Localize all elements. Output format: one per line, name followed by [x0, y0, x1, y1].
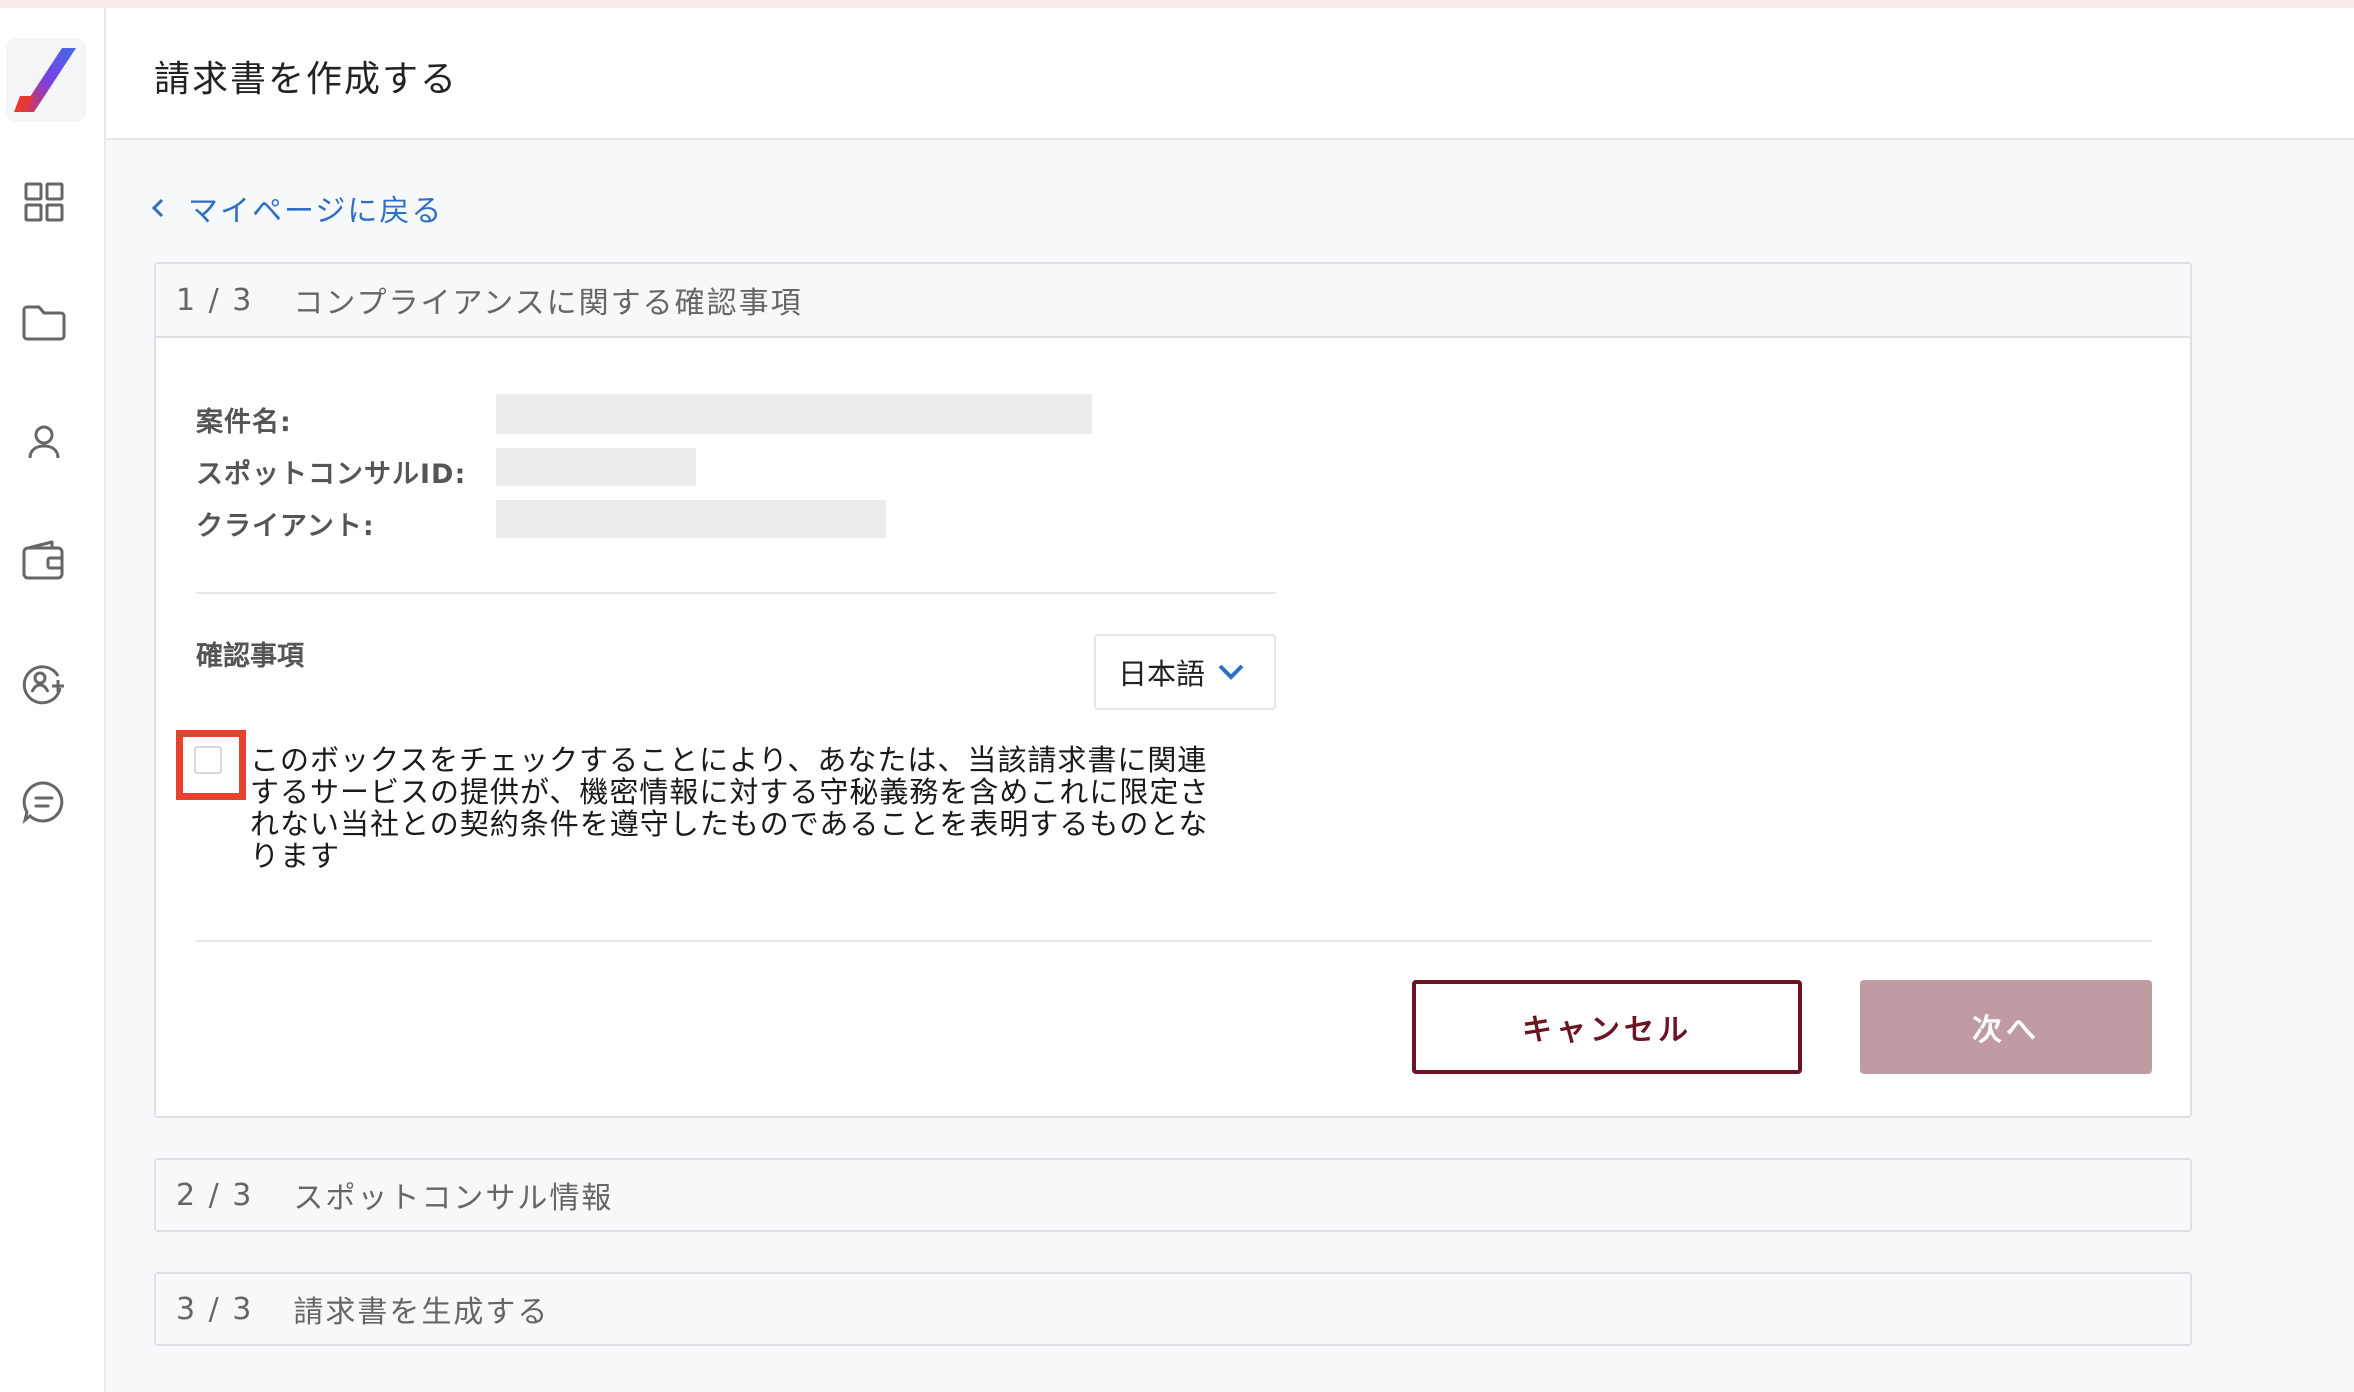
step-3-header[interactable]: 3 / 3 請求書を生成する — [156, 1274, 2190, 1344]
back-link-label: マイページに戻る — [188, 194, 444, 229]
sidebar — [0, 8, 106, 1392]
app-logo[interactable] — [6, 38, 86, 122]
page-header: 請求書を作成する — [106, 8, 2354, 140]
page-title: 請求書を作成する — [154, 59, 459, 100]
info-divider — [196, 592, 1276, 594]
step-3-title: 請求書を生成する — [293, 1295, 550, 1330]
step-1-number: 1 / 3 — [176, 282, 254, 318]
confirmation-label: 確認事項 — [196, 641, 304, 672]
language-select-value: 日本語 — [1118, 657, 1206, 691]
consent-checkbox[interactable] — [194, 746, 222, 774]
consent-line: れない当社との契約条件を遵守したものであることを表明するものとな — [250, 807, 1209, 841]
client-value-redacted — [496, 500, 886, 538]
folder-icon[interactable] — [18, 296, 70, 348]
dashboard-grid-icon[interactable] — [18, 176, 70, 228]
spot-id-label: スポットコンサルID: — [196, 459, 467, 490]
chevron-left-icon — [151, 198, 164, 218]
client-label: クライアント: — [196, 511, 375, 542]
wallet-icon[interactable] — [18, 536, 70, 588]
step-1-header[interactable]: 1 / 3 コンプライアンスに関する確認事項 — [156, 264, 2190, 338]
back-to-mypage-link[interactable]: マイページに戻る — [150, 186, 443, 230]
step-3-number: 3 / 3 — [176, 1291, 254, 1327]
consent-text: このボックスをチェックすることにより、あなたは、当該請求書に関連 するサービスの… — [250, 744, 1280, 872]
project-name-label: 案件名: — [196, 407, 292, 438]
logo-mark-icon — [14, 48, 76, 112]
consent-line: このボックスをチェックすることにより、あなたは、当該請求書に関連 — [250, 743, 1208, 777]
step-3-panel[interactable]: 3 / 3 請求書を生成する — [154, 1272, 2192, 1346]
step-2-number: 2 / 3 — [176, 1177, 254, 1213]
spot-id-value-redacted — [496, 448, 696, 486]
add-user-icon[interactable] — [18, 656, 70, 708]
project-name-value-redacted — [496, 394, 1092, 434]
consent-line: ります — [250, 839, 341, 873]
step-1-title: コンプライアンスに関する確認事項 — [293, 286, 803, 321]
step-1-panel: 1 / 3 コンプライアンスに関する確認事項 案件名: スポットコンサルID: … — [154, 262, 2192, 1118]
top-accent-line — [0, 0, 2354, 8]
step-2-header[interactable]: 2 / 3 スポットコンサル情報 — [156, 1160, 2190, 1230]
step-2-panel[interactable]: 2 / 3 スポットコンサル情報 — [154, 1158, 2192, 1232]
cancel-button[interactable]: キャンセル — [1412, 980, 1802, 1074]
chat-icon[interactable] — [18, 776, 70, 828]
actions-divider — [196, 940, 2152, 942]
step-2-title: スポットコンサル情報 — [293, 1181, 614, 1216]
chevron-down-icon — [1218, 664, 1244, 680]
next-button[interactable]: 次へ — [1860, 980, 2152, 1074]
language-select[interactable]: 日本語 — [1094, 634, 1276, 710]
consent-line: するサービスの提供が、機密情報に対する守秘義務を含めこれに限定さ — [250, 775, 1210, 809]
user-icon[interactable] — [18, 416, 70, 468]
